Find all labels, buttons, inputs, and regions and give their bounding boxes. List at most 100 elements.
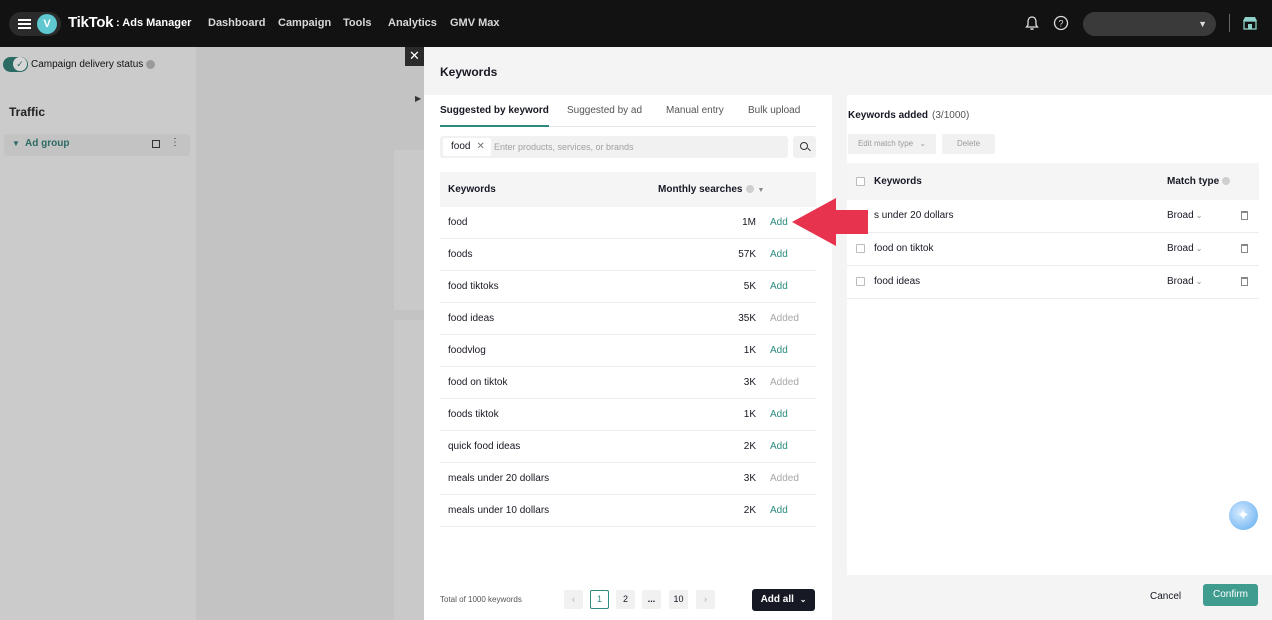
keyword-text: food ideas [874,276,921,287]
keyword-tabs: Suggested by keyword Suggested by ad Man… [440,105,816,127]
column-keywords: Keywords [874,176,922,187]
page-1-button[interactable]: 1 [590,590,609,609]
table-row: foods 57K Add [440,239,816,271]
sparkle-icon: ✦ [1237,507,1250,524]
search-input[interactable] [494,138,780,156]
more-options-icon[interactable]: ⋮ [170,137,180,148]
page-10-button[interactable]: 10 [669,590,688,609]
menu-button[interactable]: V [9,12,61,36]
keyword-search-box[interactable]: food ✕ [440,136,788,158]
keyword-text: food on tiktok [874,243,934,254]
monthly-searches-value: 3K [743,377,756,388]
nav-campaign[interactable]: Campaign [278,17,331,29]
nav-gmv-max[interactable]: GMV Max [450,17,500,29]
match-type-value: Broad [1167,210,1194,221]
cancel-button[interactable]: Cancel [1150,591,1181,602]
keyword-suggestions-panel: Suggested by keyword Suggested by ad Man… [424,95,832,620]
campaign-delivery-toggle[interactable] [3,57,28,72]
add-all-label: Add all [760,594,794,605]
edit-match-type-button[interactable]: Edit match type ⌄ [848,134,936,154]
table-row: s under 20 dollars Broad ⌄ [847,200,1259,233]
svg-text:?: ? [1058,19,1063,29]
column-monthly-searches[interactable]: Monthly searches ▼ [658,184,764,195]
info-icon [746,185,755,194]
nav-dashboard[interactable]: Dashboard [208,17,265,29]
account-selector[interactable]: ▼ [1083,12,1216,36]
account-avatar[interactable]: V [37,14,57,34]
keyword-rows: food 1M Add foods 57K Add food tiktoks 5K Add foo… [440,207,816,527]
trash-icon[interactable] [1241,277,1248,286]
keywords-added-panel: Keywords added (3/1000) Edit match type ⌄… [847,95,1272,575]
add-keyword-link[interactable]: Add [770,505,788,516]
bell-icon[interactable] [1024,15,1040,31]
page-ellipsis-button[interactable]: ... [642,590,661,609]
keyword-text: food ideas [448,313,495,324]
keyword-text: quick food ideas [448,441,521,452]
row-checkbox[interactable] [856,277,865,286]
caret-down-icon[interactable]: ▼ [12,139,20,148]
prev-page-button[interactable]: ‹ [564,590,583,609]
search-button[interactable] [793,136,816,158]
help-icon[interactable]: ? [1053,15,1069,31]
background-main [196,47,424,620]
ad-group-label: Ad group [25,138,70,149]
keywords-drawer: Keywords Suggested by keyword Suggested … [424,47,1272,620]
confirm-button[interactable]: Confirm [1203,584,1258,606]
remove-chip-icon[interactable]: ✕ [476,141,484,152]
ad-group-row[interactable]: ▼ Ad group ⋮ [4,134,190,156]
copy-icon[interactable] [152,140,160,148]
store-icon[interactable] [1242,15,1258,31]
close-drawer-button[interactable]: ✕ [405,47,424,66]
page-2-button[interactable]: 2 [616,590,635,609]
chevron-down-icon: ⌄ [1195,244,1203,253]
tab-suggested-by-ad[interactable]: Suggested by ad [567,105,642,127]
table-row: food on tiktok 3K Added [440,367,816,399]
search-chip[interactable]: food ✕ [443,138,491,156]
add-keyword-link[interactable]: Add [770,281,788,292]
add-keyword-link[interactable]: Add [770,441,788,452]
match-type-dropdown[interactable]: Broad ⌄ [1167,276,1202,287]
sort-icon[interactable]: ▼ [757,187,764,194]
chevron-down-icon: ⌄ [1195,211,1203,220]
match-type-dropdown[interactable]: Broad ⌄ [1167,210,1202,221]
add-all-button[interactable]: Add all ⌄ [752,589,815,611]
monthly-searches-value: 2K [743,441,756,452]
campaign-delivery-status-text: Campaign delivery status [31,59,144,70]
delete-button[interactable]: Delete [942,134,995,154]
info-icon [146,59,156,69]
background-sidebar [0,47,196,620]
add-keyword-link[interactable]: Add [770,409,788,420]
ai-assistant-button[interactable]: ✦ [1229,501,1258,530]
trash-icon[interactable] [1241,211,1248,220]
column-keywords: Keywords [448,184,496,195]
add-keyword-link[interactable]: Add [770,345,788,356]
select-all-checkbox[interactable] [856,177,865,186]
added-status: Added [770,473,799,484]
keyword-text: food [448,217,468,228]
nav-tools[interactable]: Tools [343,17,372,29]
tab-suggested-by-keyword[interactable]: Suggested by keyword [440,105,549,127]
table-row: foods tiktok 1K Add [440,399,816,431]
search-chip-label: food [451,141,471,152]
tab-bulk-upload[interactable]: Bulk upload [748,105,800,127]
monthly-searches-value: 57K [738,249,756,260]
column-match-type-label: Match type [1167,176,1220,187]
add-keyword-link[interactable]: Add [770,249,788,260]
drawer-footer: Cancel Confirm [847,575,1272,620]
keyword-text: meals under 10 dollars [448,505,550,516]
column-match-type: Match type [1167,176,1231,187]
match-type-value: Broad [1167,276,1194,287]
trash-icon[interactable] [1241,244,1248,253]
next-page-button[interactable]: › [696,590,715,609]
add-keyword-link[interactable]: Add [770,217,788,228]
keywords-added-label: Keywords added [848,110,929,121]
monthly-searches-value: 1K [743,409,756,420]
tab-manual-entry[interactable]: Manual entry [666,105,724,127]
match-type-dropdown[interactable]: Broad ⌄ [1167,243,1202,254]
nav-analytics[interactable]: Analytics [388,17,437,29]
hamburger-icon [18,19,31,29]
tiktok-logo[interactable]: TikTok [68,14,113,31]
table-row: food ideas Broad ⌄ [847,266,1259,299]
keyword-text: foodvlog [448,345,486,356]
keyword-text: s under 20 dollars [874,210,954,221]
